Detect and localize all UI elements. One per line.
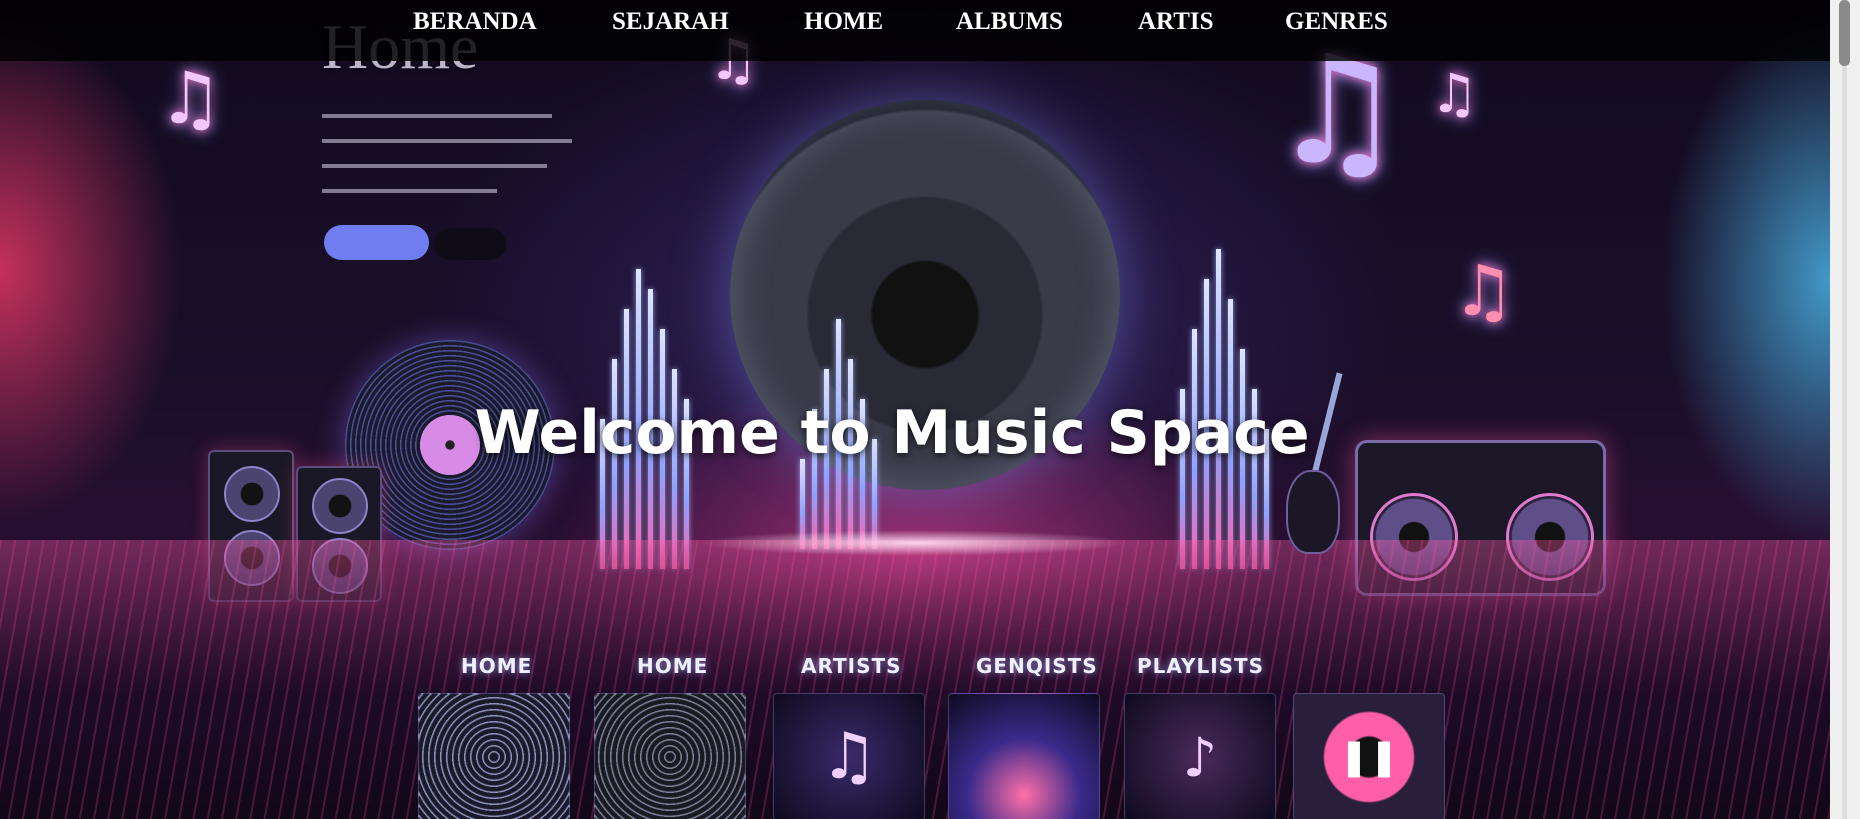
pause-icon: ❚❚ (1338, 736, 1400, 778)
music-note-icon: ♫ (1430, 62, 1479, 125)
strip-label: HOME (461, 654, 533, 678)
music-note-icon: ♫ (1452, 250, 1515, 332)
strip-label: GENQISTS (976, 654, 1098, 678)
album-tile (948, 693, 1100, 819)
album-tile: ❚❚ (1293, 693, 1445, 819)
nav-artis-link[interactable]: ARTIS (1138, 8, 1214, 36)
music-note-icon: ♫ (158, 56, 223, 140)
album-tile (418, 693, 570, 819)
scrollbar-thumb[interactable] (1839, 0, 1850, 66)
music-note-icon: ♫ (820, 720, 878, 794)
nav-beranda-link[interactable]: BERANDA (413, 8, 537, 36)
guitar-icon: ♪ (1182, 725, 1218, 789)
strip-label: PLAYLISTS (1137, 654, 1265, 678)
background-text-blur (322, 104, 582, 193)
top-navbar: BERANDA SEJARAH HOME ALBUMS ARTIS GENRES (0, 0, 1830, 61)
scrollbar-track[interactable] (1842, 66, 1847, 819)
background-button-graphic (324, 225, 429, 260)
album-tile: ♪ (1124, 693, 1276, 819)
floor-glow (700, 530, 1130, 556)
category-strip-graphic: HOME HOME ARTISTS GENQISTS PLAYLISTS ♫ ♪… (385, 648, 1505, 819)
hero-heading: Welcome to Music Space (474, 398, 1310, 468)
strip-label: HOME (637, 654, 709, 678)
album-tile: ♫ (773, 693, 925, 819)
nav-sejarah-link[interactable]: SEJARAH (612, 8, 729, 36)
strip-label: ARTISTS (801, 654, 902, 678)
page-scrollbar[interactable] (1830, 0, 1860, 819)
nav-genres-link[interactable]: GENRES (1285, 8, 1388, 36)
nav-albums-link[interactable]: ALBUMS (956, 8, 1063, 36)
album-tile (594, 693, 746, 819)
nav-home-link[interactable]: HOME (804, 8, 883, 36)
background-button-graphic (434, 228, 506, 260)
